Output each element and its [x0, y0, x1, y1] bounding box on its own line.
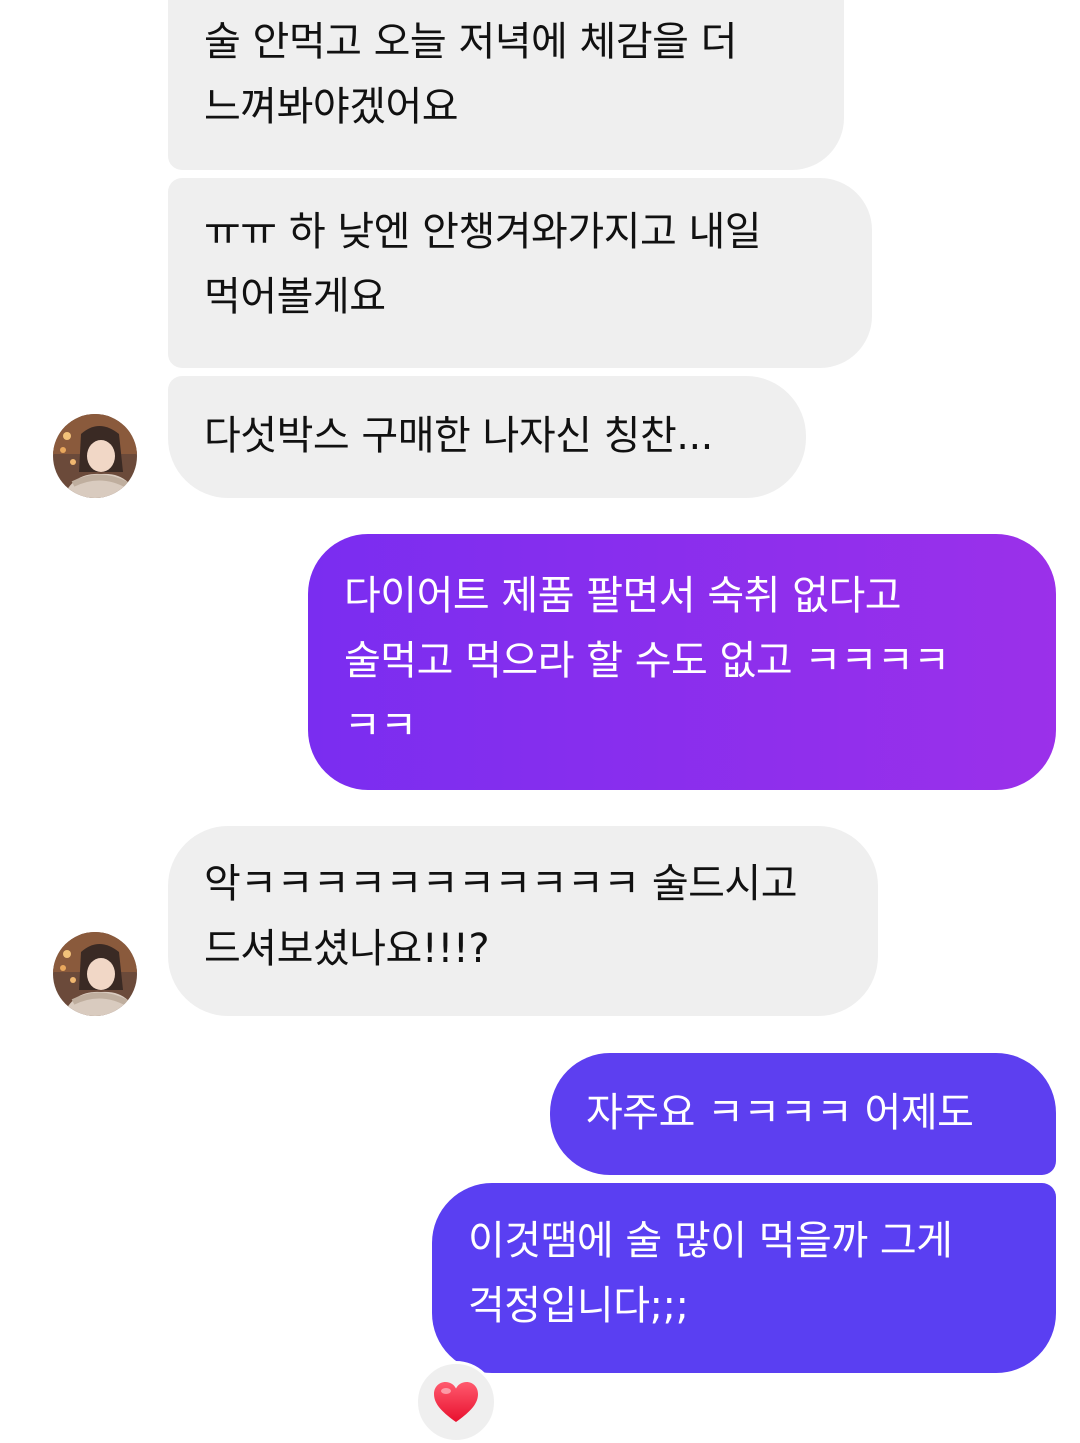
message-thread: 술 안먹고 오늘 저녁에 체감을 더 느껴봐야겠어요 ㅠㅠ 하 낮엔 안챙겨와가…: [0, 0, 1080, 1443]
sender-avatar[interactable]: [53, 932, 137, 1016]
message-bubble-incoming[interactable]: 악ㅋㅋㅋㅋㅋㅋㅋㅋㅋㅋㅋ 술드시고 드셔보셨나요!!!?: [168, 826, 878, 1016]
sender-avatar[interactable]: [53, 414, 137, 498]
message-bubble-outgoing[interactable]: 자주요 ㅋㅋㅋㅋ 어제도: [550, 1053, 1056, 1175]
heart-icon: [434, 1382, 478, 1422]
avatar-photo-icon: [53, 932, 137, 1016]
message-bubble-incoming[interactable]: ㅠㅠ 하 낮엔 안챙겨와가지고 내일 먹어볼게요: [168, 178, 872, 368]
message-bubble-outgoing[interactable]: 이것땜에 술 많이 먹을까 그게 걱정입니다;;;: [432, 1183, 1056, 1373]
reaction-badge[interactable]: [415, 1361, 497, 1443]
message-bubble-incoming[interactable]: 술 안먹고 오늘 저녁에 체감을 더 느껴봐야겠어요: [168, 0, 844, 170]
message-bubble-outgoing[interactable]: 다이어트 제품 팔면서 숙취 없다고 술먹고 먹으라 할 수도 없고 ㅋㅋㅋㅋ …: [308, 534, 1056, 790]
avatar-photo-icon: [53, 414, 137, 498]
message-bubble-incoming[interactable]: 다섯박스 구매한 나자신 칭찬...: [168, 376, 806, 498]
